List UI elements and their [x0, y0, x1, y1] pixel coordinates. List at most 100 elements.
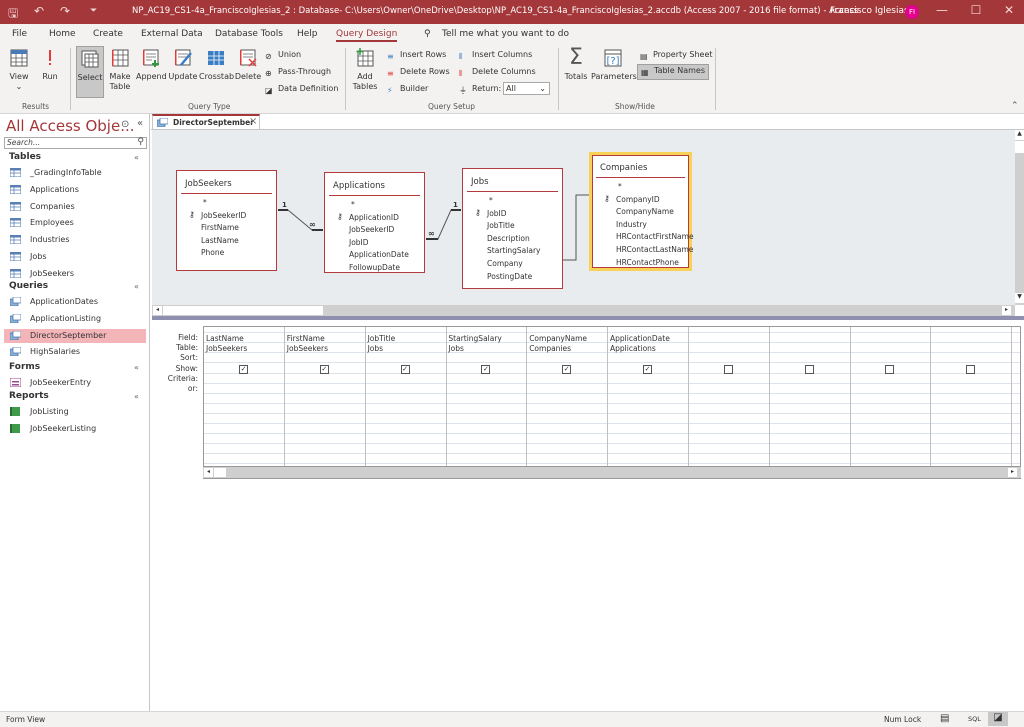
tab-database-tools[interactable]: Database Tools	[215, 29, 283, 39]
scroll-right-icon[interactable]: ▸	[1008, 468, 1017, 477]
field-item[interactable]: HRContactFirstName	[616, 232, 694, 241]
nav-item-highsalaries[interactable]: HighSalaries	[4, 345, 146, 359]
make-table-button[interactable]: Make Table	[108, 48, 132, 92]
add-tables-button[interactable]: Add Tables	[352, 48, 378, 92]
show-checkbox[interactable]: ✓	[400, 365, 410, 374]
field-item[interactable]: HRContactPhone	[616, 258, 679, 267]
nav-pane-title[interactable]: All Access Obje...	[6, 117, 135, 135]
return-select[interactable]: All ⌄	[503, 82, 550, 95]
grid-column[interactable]	[850, 327, 932, 467]
redo-icon[interactable]: ↷	[60, 4, 70, 18]
nav-section-forms[interactable]: Forms	[9, 362, 40, 372]
field-item[interactable]: JobTitle	[487, 221, 515, 230]
delete-columns-button[interactable]: ⫴ Delete Columns	[459, 67, 536, 79]
crosstab-button[interactable]: Crosstab	[199, 48, 234, 82]
select-query-button[interactable]: Select	[76, 46, 104, 98]
delete-rows-button[interactable]: ≡ Delete Rows	[387, 67, 450, 79]
grid-column[interactable]	[770, 327, 851, 467]
field-cell[interactable]: StartingSalary	[448, 334, 501, 343]
search-icon[interactable]: ⚲	[424, 29, 431, 39]
table-cell[interactable]: Jobs	[368, 344, 383, 353]
field-item[interactable]: ApplicationID	[349, 213, 399, 222]
search-icon[interactable]: ⚲	[137, 137, 144, 147]
diagram-vertical-scrollbar[interactable]: ▲ ▼	[1015, 130, 1024, 305]
field-item[interactable]: JobID	[349, 238, 369, 247]
pass-through-button[interactable]: ⊕ Pass-Through	[265, 67, 331, 79]
field-item[interactable]: ApplicationDate	[349, 250, 409, 259]
collapse-section-icon[interactable]: «	[134, 363, 139, 372]
table-cell[interactable]: Applications	[610, 344, 656, 353]
scroll-thumb[interactable]	[214, 468, 226, 477]
delete-query-button[interactable]: Delete	[234, 48, 262, 82]
field-item[interactable]: *	[489, 196, 493, 205]
collapse-nav-icon[interactable]: «	[137, 118, 143, 129]
tab-external-data[interactable]: External Data	[141, 29, 203, 39]
nav-item-applications[interactable]: Applications	[4, 183, 146, 197]
field-item[interactable]: StartingSalary	[487, 246, 540, 255]
tab-help[interactable]: Help	[297, 29, 318, 39]
table-cell[interactable]: Jobs	[448, 344, 463, 353]
field-item[interactable]: Phone	[201, 248, 224, 257]
field-item[interactable]: LastName	[201, 236, 239, 245]
tab-home[interactable]: Home	[49, 29, 76, 39]
customize-quick-access-icon[interactable]: ⏷	[90, 6, 97, 16]
show-checkbox[interactable]	[966, 365, 976, 374]
nav-item-joblisting[interactable]: JobListing	[4, 405, 146, 419]
scroll-right-icon[interactable]: ▸	[1002, 306, 1011, 315]
field-cell[interactable]: JobTitle	[368, 334, 396, 343]
nav-item-jobseekers[interactable]: JobSeekers	[4, 267, 146, 281]
save-icon[interactable]: 🖫	[8, 4, 18, 25]
table-names-button[interactable]: ▦ Table Names	[637, 64, 709, 80]
nav-item-gradinginfotable[interactable]: _GradingInfoTable	[4, 166, 146, 180]
field-item[interactable]: JobSeekerID	[349, 225, 394, 234]
field-list-jobseekers[interactable]: JobSeekers * ⚷ JobSeekerID FirstName LastName…	[176, 170, 277, 271]
field-list-companies[interactable]: Companies * ⚷ CompanyID CompanyName Industry H…	[589, 152, 694, 271]
show-checkbox[interactable]	[885, 365, 895, 374]
grid-column[interactable]: CompanyName Companies ✓	[527, 327, 609, 467]
grid-column[interactable]: LastName JobSeekers ✓	[204, 327, 285, 467]
grid-column[interactable]	[689, 327, 770, 467]
nav-menu-icon[interactable]: ⊙	[121, 119, 129, 130]
undo-icon[interactable]: ↶	[34, 4, 44, 18]
show-checkbox[interactable]	[723, 365, 733, 374]
table-cell[interactable]: Companies	[529, 344, 571, 353]
property-sheet-button[interactable]: ▤ Property Sheet	[640, 50, 713, 62]
nav-section-tables[interactable]: Tables	[9, 152, 41, 162]
table-cell[interactable]: JobSeekers	[206, 344, 247, 353]
update-button[interactable]: Update	[168, 48, 198, 82]
grid-column[interactable]	[931, 327, 1013, 467]
field-item[interactable]: *	[351, 200, 355, 209]
show-checkbox[interactable]: ✓	[562, 365, 572, 374]
grid-column[interactable]: FirstName JobSeekers ✓	[285, 327, 366, 467]
nav-section-queries[interactable]: Queries	[9, 281, 48, 291]
show-checkbox[interactable]: ✓	[481, 365, 491, 374]
show-checkbox[interactable]: ✓	[239, 365, 248, 374]
insert-columns-button[interactable]: ⫴ Insert Columns	[459, 50, 532, 62]
tab-create[interactable]: Create	[93, 29, 123, 39]
field-cell[interactable]: ApplicationDate	[610, 334, 670, 343]
append-button[interactable]: Append	[136, 48, 167, 82]
show-checkbox[interactable]: ✓	[643, 365, 652, 374]
nav-search-input[interactable]: Search... ⚲	[4, 137, 147, 149]
nav-item-jobseekerlisting[interactable]: JobSeekerListing	[4, 422, 146, 436]
field-item[interactable]: Industry	[616, 220, 647, 229]
close-tab-icon[interactable]: ×	[249, 116, 257, 127]
minimize-button[interactable]: —	[932, 3, 952, 17]
field-item[interactable]: Company	[487, 259, 523, 268]
scroll-down-icon[interactable]: ▼	[1015, 293, 1024, 303]
field-item[interactable]: Description	[487, 234, 530, 243]
field-item[interactable]: *	[203, 198, 207, 207]
nav-item-applicationlisting[interactable]: ApplicationListing	[4, 312, 146, 326]
field-cell[interactable]: LastName	[206, 334, 244, 343]
nav-item-applicationdates[interactable]: ApplicationDates	[4, 295, 146, 309]
user-name[interactable]: Francisco Iglesias	[830, 6, 909, 16]
field-item[interactable]: HRContactLastName	[616, 245, 693, 254]
sql-view-button[interactable]: SQL	[968, 715, 981, 723]
field-cell[interactable]: FirstName	[287, 334, 325, 343]
avatar[interactable]: FI	[905, 5, 919, 19]
datasheet-view-icon[interactable]: ▤	[940, 713, 949, 724]
field-item[interactable]: *	[618, 182, 622, 191]
collapse-section-icon[interactable]: «	[134, 153, 139, 162]
collapse-ribbon-icon[interactable]: ⌃	[1011, 101, 1019, 111]
field-cell[interactable]: CompanyName	[529, 334, 587, 343]
